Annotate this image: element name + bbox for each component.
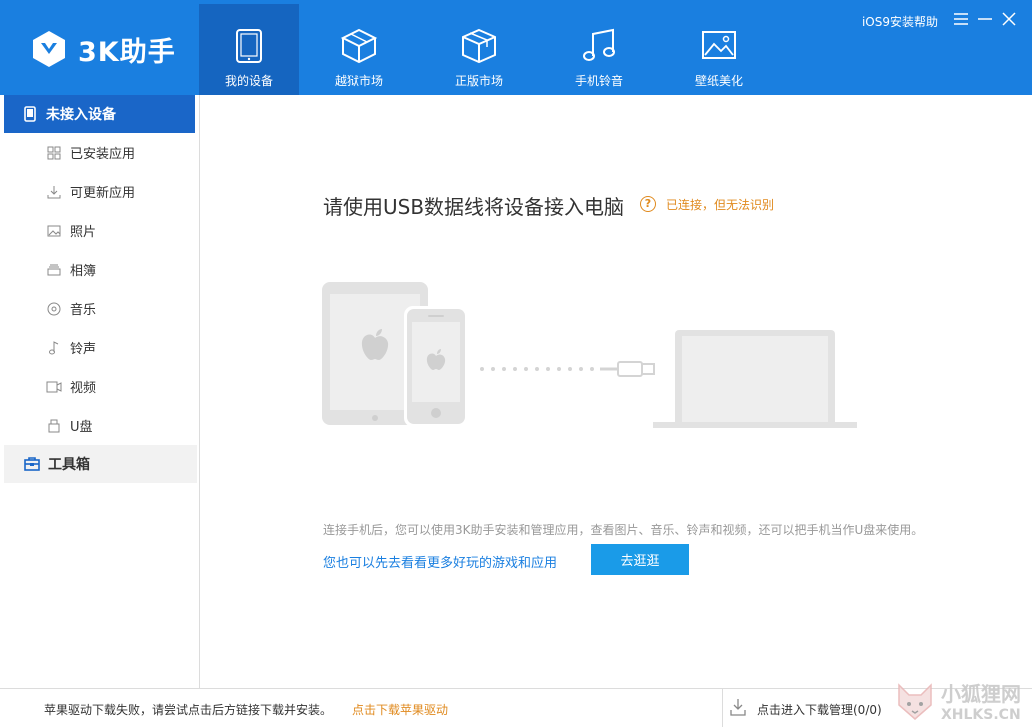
sidebar-item-usb-drive[interactable]: U盘 [0,406,199,445]
box-icon [459,26,499,66]
connection-warning[interactable]: 已连接，但无法识别 [666,196,774,213]
sidebar: 未接入设备 已安装应用 可更新应用 照片 相簿 音乐 铃声 视频 U盘 工具箱 [0,95,200,688]
site-watermark: 小狐狸网 XHLKS.CN [893,678,1021,723]
main-content: 请使用USB数据线将设备接入电脑 ? 已连接，但无法识别 [200,95,1032,688]
laptop-illustration [653,330,857,428]
title-bar: 3K助手 我的设备 越狱市场 正版市场 手机铃音 [0,0,1032,95]
hamburger-icon [954,13,968,25]
watermark-cn: 小狐狸网 [941,678,1021,707]
iphone-illustration [404,306,468,427]
sidebar-item-label: 视频 [70,377,96,396]
logo-text: 3K助手 [78,30,176,69]
more-games-apps-link[interactable]: 您也可以先去看看更多好玩的游戏和应用 [323,552,557,571]
nav-label: 正版市场 [455,72,503,89]
usb-plug-illustration [600,362,654,376]
sidebar-device-header[interactable]: 未接入设备 [4,95,195,133]
sidebar-item-videos[interactable]: 视频 [0,367,199,406]
app-logo: 3K助手 [28,28,176,70]
sidebar-item-music[interactable]: 音乐 [0,289,199,328]
minimize-button[interactable] [978,10,992,28]
feature-description: 连接手机后，您可以使用3K助手安装和管理应用，查看图片、音乐、铃声和视频，还可以… [323,521,923,538]
browse-button[interactable]: 去逛逛 [591,544,689,575]
sidebar-item-label: U盘 [70,416,93,435]
photo-icon [46,225,62,237]
sidebar-item-albums[interactable]: 相簿 [0,250,199,289]
sidebar-toolbox-label: 工具箱 [48,454,90,474]
sidebar-toolbox[interactable]: 工具箱 [4,445,197,483]
nav-jailbreak-market[interactable]: 越狱市场 [299,4,419,95]
grid-icon [46,146,62,160]
status-bar: 苹果驱动下载失败，请尝试点击后方链接下载并安装。 点击下载苹果驱动 点击进入下载… [0,688,1032,727]
close-icon [1002,12,1016,26]
video-icon [46,381,62,393]
nav-ringtones[interactable]: 手机铃音 [539,4,659,95]
usb-connection-illustration [320,280,860,430]
status-divider [722,689,723,727]
nav-official-market[interactable]: 正版市场 [419,4,539,95]
sidebar-item-installed-apps[interactable]: 已安装应用 [0,133,199,172]
main-nav: 我的设备 越狱市场 正版市场 手机铃音 壁纸美化 [199,4,779,95]
window-controls [954,10,1016,28]
sidebar-item-label: 音乐 [70,299,96,318]
nav-label: 手机铃音 [575,72,623,89]
fox-logo-icon [893,679,937,723]
sidebar-item-label: 铃声 [70,338,96,357]
sidebar-item-label: 已安装应用 [70,143,135,162]
connect-prompt-title: 请使用USB数据线将设备接入电脑 [323,191,624,220]
driver-error-message: 苹果驱动下载失败，请尝试点击后方链接下载并安装。 [44,701,332,718]
download-driver-link[interactable]: 点击下载苹果驱动 [352,701,448,718]
question-icon[interactable]: ? [640,196,656,212]
nav-label: 壁纸美化 [695,72,743,89]
nav-wallpapers[interactable]: 壁纸美化 [659,4,779,95]
cable-dots [480,367,594,371]
sidebar-item-updatable-apps[interactable]: 可更新应用 [0,172,199,211]
jailbreak-market-icon [339,26,379,66]
album-icon [46,264,62,276]
music-note-icon [579,26,619,66]
usb-drive-icon [46,419,62,433]
note-icon [46,341,62,355]
phone-icon [24,106,36,122]
menu-button[interactable] [954,10,968,28]
close-button[interactable] [1002,10,1016,28]
watermark-text: 小狐狸网 XHLKS.CN [941,678,1021,723]
logo-icon [28,28,70,70]
sidebar-item-label: 相簿 [70,260,96,279]
nav-label: 我的设备 [225,72,273,89]
device-icon [229,26,269,66]
nav-label: 越狱市场 [335,72,383,89]
wallpaper-icon [699,26,739,66]
nav-my-device[interactable]: 我的设备 [199,4,299,95]
download-icon [46,185,62,199]
toolbox-icon [24,457,40,471]
disc-icon [46,302,62,316]
sidebar-item-label: 可更新应用 [70,182,135,201]
sidebar-item-photos[interactable]: 照片 [0,211,199,250]
download-manager-icon[interactable] [730,698,746,716]
sidebar-device-label: 未接入设备 [46,104,116,124]
watermark-en: XHLKS.CN [941,707,1021,723]
download-manager-link[interactable]: 点击进入下载管理(0/0) [757,701,882,718]
minimize-icon [978,13,992,25]
ios9-help-link[interactable]: iOS9安装帮助 [862,13,938,30]
sidebar-item-label: 照片 [70,221,96,240]
sidebar-item-ringtones[interactable]: 铃声 [0,328,199,367]
